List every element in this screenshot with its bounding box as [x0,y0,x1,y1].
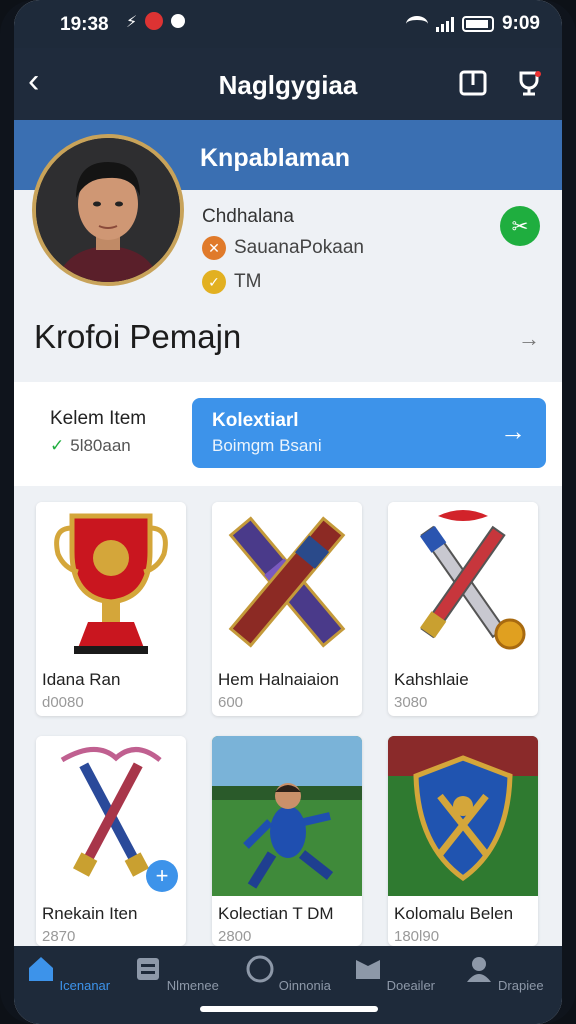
trophy-settings-icon[interactable] [514,68,544,98]
section-title: Krofoi Pemajn [34,318,242,355]
profile-name: Chdhalana [202,206,294,227]
item-value: d0080 [42,694,84,711]
item-value: 600 [218,694,244,711]
item-value: 2800 [218,928,252,945]
signal-icon [435,16,454,32]
item-card[interactable]: Kahshlaie 3080 [388,502,538,716]
nav-profile[interactable]: Drapiee [454,954,554,993]
profile-card: Knpablaman Chdhalana ✕ SauanaPokaan ✓ TM… [14,120,562,382]
collection-cta-button[interactable]: Kolextiarl Boimgm Bsani → [192,398,546,468]
player-photo-image [212,736,362,896]
list-icon [137,958,160,980]
item-value: 180l90 [394,928,440,945]
add-item-button[interactable]: + [146,860,178,892]
notification-icon [145,12,164,30]
item-card[interactable]: + Rnekain Iten 2870 [36,736,186,946]
section-arrow-icon[interactable]: → [518,326,540,352]
status-icons: ⚡ [126,12,186,32]
cta-subtitle: Boimgm Bsani [212,436,322,455]
shield-crest-image [388,736,538,896]
cta-title: Kolextiarl [212,410,299,431]
item-summary-label: Kelem Item [50,408,147,429]
item-card[interactable]: Kolomalu Belen 180l90 [388,736,538,946]
coin-icon: ✓ [202,270,226,294]
status-time: 19:38 [60,14,109,35]
bottom-nav: Icenanar Nlmenee Oinnonia Doeailer Drapi… [14,946,562,1024]
item-name: Kolomalu Belen [394,904,514,923]
profile-icon [467,957,492,982]
nav-home-label: Icenanar [59,978,111,993]
arrow-right-icon: → [500,416,526,446]
profile-row-2: ✓ TM [202,270,261,294]
item-summary[interactable]: Kelem Item ✓ 5l80aan [50,408,146,456]
item-grid: Idana Ran d0080 Hem Halnaiaion 600 Kahsh… [14,486,562,946]
mail-icon [355,960,380,979]
status-right: 9:09 [405,13,540,35]
charging-icon: ⚡ [126,14,138,31]
item-name: Kolectian T DM [218,904,334,923]
nav-circle[interactable]: Oinnonia [238,954,338,993]
crossed-scarves-image [212,502,362,662]
status-bar: 19:38 ⚡ 9:09 [14,0,562,48]
profile-row-1: ✕ SauanaPokaan [202,236,364,260]
item-card[interactable]: Idana Ran d0080 [36,502,186,716]
crossed-batons-image [388,502,538,662]
share-icon[interactable] [458,68,488,98]
circle-icon [246,955,274,983]
item-value: 3080 [394,694,428,711]
nav-list-label: Nlmenee [166,978,219,993]
item-value: 2870 [42,928,76,945]
nav-mail-label: Doeailer [386,978,436,993]
wifi-icon [405,16,428,32]
item-summary-sub: ✓ 5l80aan [50,436,146,456]
trophy-image [36,502,186,662]
check-icon: ✓ [50,436,65,455]
phone-frame: 19:38 ⚡ 9:09 ‹ Naglgygiaa Knpablaman Chd… [0,0,576,1024]
item-card[interactable]: Kolectian T DM 2800 [212,736,362,946]
item-name: Idana Ran [42,670,121,689]
camera-icon [171,14,186,28]
badge-icon: ✕ [202,236,226,260]
profile-row-2-text: TM [234,271,262,292]
item-name: Hem Halnaiaion [218,670,339,689]
item-card[interactable]: Hem Halnaiaion 600 [212,502,362,716]
avatar-portrait [36,138,180,282]
home-icon [28,957,53,981]
item-name: Rnekain Iten [42,904,138,923]
app-header: ‹ Naglgygiaa [14,48,562,120]
status-right-time: 9:09 [501,13,540,34]
edit-button[interactable]: ✂ [500,206,540,246]
nav-circle-label: Oinnonia [278,978,331,993]
collection-row: Kelem Item ✓ 5l80aan Kolextiarl Boimgm Bs… [14,382,562,486]
screen: 19:38 ⚡ 9:09 ‹ Naglgygiaa Knpablaman Chd… [14,0,562,1024]
nav-home[interactable]: Icenanar [18,954,118,993]
nav-mail[interactable]: Doeailer [344,954,444,993]
avatar [32,134,184,286]
profile-band-title: Knpablaman [200,144,351,172]
item-summary-sub-text: 5l80aan [70,436,131,455]
item-name: Kahshlaie [394,670,469,689]
battery-icon [461,16,494,32]
nav-list[interactable]: Nlmenee [126,954,226,993]
profile-row-1-text: SauanaPokaan [234,237,364,258]
nav-profile-label: Drapiee [498,978,544,993]
home-indicator[interactable] [200,1006,378,1012]
